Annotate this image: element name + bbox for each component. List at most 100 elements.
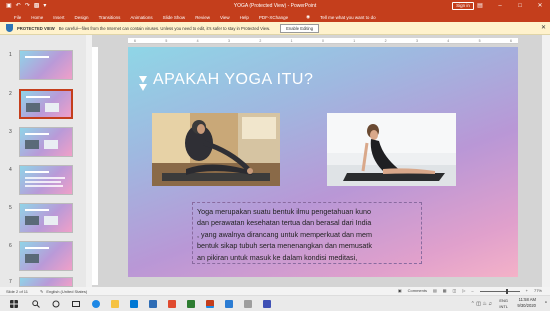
- slide-thumbnail-7[interactable]: [19, 277, 73, 287]
- body-line: , yang awalnya dirancang untuk memperkua…: [197, 229, 372, 239]
- slide-counter: Slide 2 of 11: [6, 288, 28, 294]
- tab-view[interactable]: View: [220, 15, 230, 20]
- mail-icon[interactable]: [149, 300, 157, 308]
- input-language[interactable]: ENG INTL: [499, 298, 508, 310]
- body-line: an pikiran untuk masuk ke dalam kondisi …: [197, 252, 358, 262]
- status-bar: Slide 2 of 11 ✎ English (United States) …: [0, 287, 550, 295]
- zoom-slider[interactable]: [479, 288, 520, 294]
- slide-thumbnail-4[interactable]: [19, 165, 73, 195]
- tab-file[interactable]: File: [14, 15, 21, 20]
- edge-icon[interactable]: [92, 300, 100, 308]
- slideshow-view-icon[interactable]: ▷: [462, 287, 465, 295]
- slide-thumbnail-6[interactable]: [19, 241, 73, 271]
- slide-thumbnail-pane: 1 2 3 4 5 6 7: [0, 35, 86, 287]
- ruler-tick: 1: [290, 39, 293, 43]
- reading-view-icon[interactable]: ◫: [453, 287, 457, 295]
- zoom-out-icon[interactable]: –: [471, 287, 473, 295]
- ruler-tick: 6: [509, 39, 512, 43]
- thumbnail-number: 7: [9, 279, 12, 285]
- yoga-photo-seated-stretch: [152, 113, 280, 186]
- windows-taskbar: ⌃ ◫ ♨ ♫ ENG INTL 11:58 AM 9/30/2020 ▫: [0, 295, 550, 311]
- language-indicator[interactable]: English (United States): [46, 289, 87, 294]
- body-line: Yoga merupakan suatu bentuk ilmu pengeta…: [197, 207, 371, 216]
- app-icon-blue[interactable]: [263, 300, 271, 308]
- slide-thumbnail-3[interactable]: [19, 127, 73, 157]
- body-line: bentuk sikap tubuh serta menenangkan dan…: [197, 241, 373, 251]
- tab-design[interactable]: Design: [75, 15, 89, 20]
- slide-thumbnail-2[interactable]: [19, 89, 73, 119]
- ruler-tick: 6: [134, 39, 136, 43]
- slide-sorter-icon[interactable]: ▦: [443, 287, 447, 295]
- clock[interactable]: 11:58 AM 9/30/2020: [517, 297, 536, 309]
- thumbnail-number: 6: [9, 243, 12, 249]
- tell-me-input[interactable]: Tell me what you want to do: [320, 15, 376, 20]
- tab-review[interactable]: Review: [195, 15, 210, 20]
- close-button[interactable]: ✕: [530, 0, 550, 12]
- slide-body-textbox[interactable]: Yoga merupakan suatu bentuk ilmu pengeta…: [192, 202, 422, 264]
- task-view-icon[interactable]: [72, 300, 80, 308]
- ruler-tick: 4: [196, 39, 199, 43]
- tab-slide-show[interactable]: Slide Show: [163, 15, 186, 20]
- vertical-ruler: [92, 47, 98, 285]
- protected-view-label: PROTECTED VIEW: [17, 25, 55, 31]
- windows-start-icon[interactable]: [10, 300, 18, 308]
- tab-help[interactable]: Help: [240, 15, 249, 20]
- office-icon[interactable]: [168, 300, 176, 308]
- thumbnail-number: 4: [9, 167, 12, 173]
- minimize-button[interactable]: –: [490, 0, 510, 12]
- double-triangle-icon: [139, 76, 147, 91]
- slide-scrollbar[interactable]: [542, 35, 550, 287]
- ruler-tick: 1: [353, 39, 356, 43]
- zoom-level[interactable]: 77%: [534, 287, 542, 295]
- comments-icon: ▣: [397, 288, 402, 293]
- file-explorer-icon[interactable]: [111, 300, 119, 308]
- thumbnail-number: 1: [9, 52, 12, 58]
- current-slide[interactable]: APAKAH YOGA ITU? Yoga merupakan suatu be…: [128, 47, 518, 277]
- zoom-in-icon[interactable]: +: [526, 287, 528, 295]
- enable-editing-button[interactable]: Enable Editing: [280, 23, 320, 33]
- protected-view-bar: PROTECTED VIEW Be careful—files from the…: [0, 22, 550, 35]
- ruler-tick: 2: [384, 39, 387, 43]
- maximize-button[interactable]: □: [510, 0, 530, 12]
- ruler-tick: 2: [259, 39, 262, 43]
- slide-thumbnail-1[interactable]: [19, 50, 73, 80]
- window-controls: ▤ – □ ✕: [470, 0, 550, 12]
- shield-icon: [6, 24, 13, 32]
- app-icon-green[interactable]: [187, 300, 195, 308]
- body-line: dan perawatan kesehatan tertua dan beras…: [197, 218, 372, 228]
- tab-pdf-xchange[interactable]: PDF-XChange: [259, 15, 288, 20]
- ruler-tick: 3: [415, 39, 418, 43]
- ribbon-display-icon[interactable]: ▤: [470, 0, 490, 12]
- tab-insert[interactable]: Insert: [53, 15, 64, 20]
- normal-view-icon[interactable]: ▤: [433, 287, 437, 295]
- lang-bottom: INTL: [499, 304, 508, 309]
- yoga-photo-cobra-pose: [327, 113, 456, 186]
- tab-animations[interactable]: Animations: [130, 15, 152, 20]
- thumbnail-number: 2: [9, 91, 12, 97]
- cortana-icon[interactable]: [52, 300, 60, 308]
- close-icon[interactable]: ✕: [541, 24, 546, 31]
- slide-thumbnail-5[interactable]: [19, 203, 73, 233]
- protected-view-message: Be careful—files from the Internet can c…: [58, 25, 271, 31]
- comments-button[interactable]: Comments: [408, 287, 427, 295]
- system-tray-icons[interactable]: ⌃ ◫ ♨ ♫: [471, 301, 492, 307]
- tab-home[interactable]: Home: [31, 15, 43, 20]
- ruler-tick: 4: [447, 39, 450, 43]
- lightbulb-icon: ◉: [306, 14, 311, 19]
- word-icon[interactable]: [225, 300, 233, 308]
- ruler-tick: 3: [227, 39, 230, 43]
- slide-title: APAKAH YOGA ITU?: [153, 71, 314, 88]
- spellcheck-icon[interactable]: ✎: [40, 289, 43, 294]
- powerpoint-icon[interactable]: [206, 300, 214, 308]
- ruler-tick: 5: [165, 39, 168, 43]
- notifications-icon[interactable]: ▫: [545, 300, 547, 306]
- tab-transitions[interactable]: Transitions: [99, 15, 121, 20]
- thumbnail-number: 3: [9, 129, 12, 135]
- ruler-tick: 0: [321, 39, 324, 43]
- store-icon[interactable]: [130, 300, 138, 308]
- title-bar: ▣ ↶ ↷ ▩ ▾ YOGA (Protected View) - PowerP…: [0, 0, 550, 12]
- horizontal-ruler: 6 5 4 3 2 1 0 1 2 3 4 5 6: [128, 38, 518, 44]
- search-icon[interactable]: [32, 300, 40, 308]
- app-icon-gray[interactable]: [244, 300, 252, 308]
- ribbon-tabs: File Home Insert Design Transitions Anim…: [0, 12, 550, 22]
